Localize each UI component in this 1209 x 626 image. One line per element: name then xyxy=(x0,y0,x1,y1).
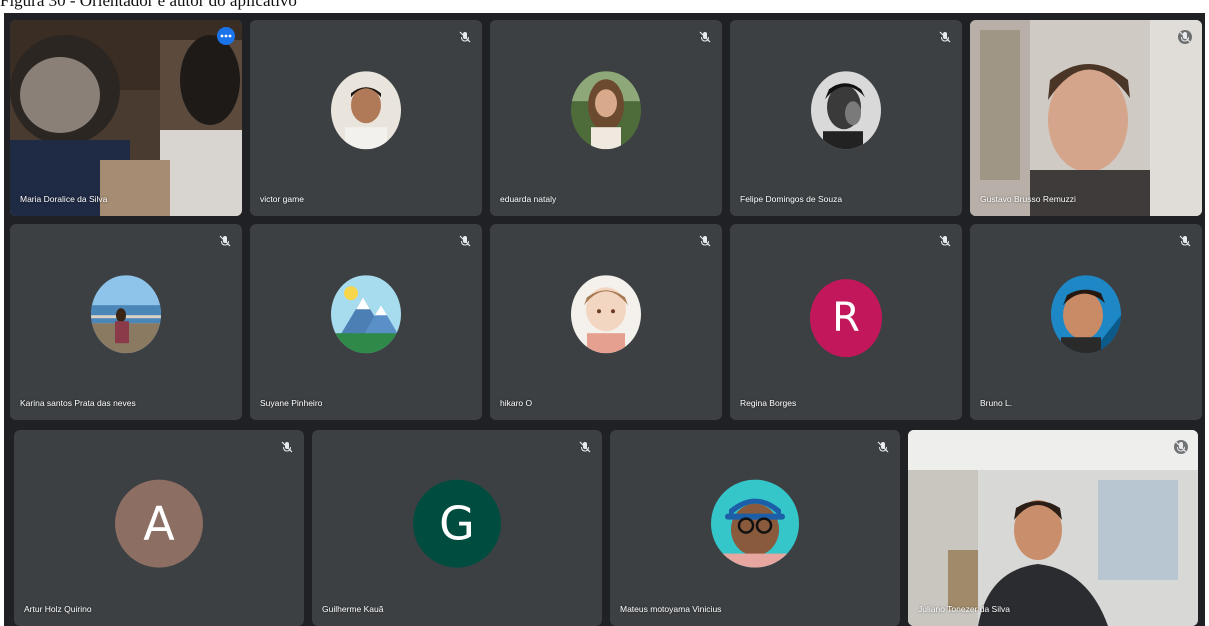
participant-tile-suyane[interactable]: Suyane Pinheiro xyxy=(250,224,482,420)
participant-tile-guilherme[interactable]: G Guilherme Kauã xyxy=(312,430,602,626)
participant-tile-mateus[interactable]: Mateus motoyama Vinicius xyxy=(610,430,900,626)
participant-name: Felipe Domingos de Souza xyxy=(740,194,843,204)
participant-video xyxy=(908,430,1198,626)
mic-off-icon xyxy=(219,235,231,247)
participant-tile-regina[interactable]: R Regina Borges xyxy=(730,224,962,420)
avatar xyxy=(91,275,161,354)
mic-off-icon xyxy=(1174,440,1188,454)
participant-tile-artur[interactable]: A Artur Holz Quirino xyxy=(14,430,304,626)
avatar xyxy=(1051,275,1121,354)
participant-tile-hikaro[interactable]: hikaro O xyxy=(490,224,722,420)
avatar xyxy=(331,275,401,354)
participant-tile-karina[interactable]: Karina santos Prata das neves xyxy=(10,224,242,420)
avatar xyxy=(331,71,401,150)
participant-name: victor game xyxy=(260,194,304,204)
participant-name: Guilherme Kauã xyxy=(322,604,384,614)
participant-tile-gustavo[interactable]: Gustavo Brusso Remuzzi xyxy=(970,20,1202,216)
participant-tile-bruno[interactable]: Bruno L. xyxy=(970,224,1202,420)
mic-off-icon xyxy=(699,235,711,247)
mic-off-icon xyxy=(1178,30,1192,44)
participant-name: Mateus motoyama Vinicius xyxy=(620,604,722,614)
mic-off-icon xyxy=(459,235,471,247)
more-options-button[interactable] xyxy=(217,27,235,45)
participant-name: Maria Doralice da Silva xyxy=(20,194,108,204)
participant-video xyxy=(10,20,242,216)
more-options-icon xyxy=(220,34,232,38)
participant-name: Regina Borges xyxy=(740,398,797,408)
mic-off-icon xyxy=(1179,235,1191,247)
mic-off-icon xyxy=(281,441,293,453)
participant-grid: Maria Doralice da Silva victor game edua… xyxy=(4,13,1205,626)
avatar xyxy=(711,479,799,568)
mic-off-icon xyxy=(579,441,591,453)
participant-name: Bruno L. xyxy=(980,398,1013,408)
participant-name: Juliano Tonezer da Silva xyxy=(918,604,1010,614)
participant-name: eduarda nataly xyxy=(500,194,557,204)
participant-tile-eduarda[interactable]: eduarda nataly xyxy=(490,20,722,216)
mic-off-icon xyxy=(877,441,889,453)
avatar-initial: A xyxy=(115,479,203,568)
avatar xyxy=(571,275,641,354)
mic-off-icon xyxy=(939,235,951,247)
participant-name: hikaro O xyxy=(500,398,533,408)
participant-name: Karina santos Prata das neves xyxy=(20,398,136,408)
mic-off-icon xyxy=(459,31,471,43)
participant-tile-victor[interactable]: victor game xyxy=(250,20,482,216)
participant-name: Artur Holz Quirino xyxy=(24,604,92,614)
participant-tile-maria[interactable]: Maria Doralice da Silva xyxy=(10,20,242,216)
participant-tile-juliano[interactable]: Juliano Tonezer da Silva xyxy=(908,430,1198,626)
mic-off-icon xyxy=(939,31,951,43)
figure-caption: Figura 30 - Orientador e autor do aplica… xyxy=(0,0,297,10)
participant-video xyxy=(970,20,1202,216)
participant-tile-felipe[interactable]: Felipe Domingos de Souza xyxy=(730,20,962,216)
participant-name: Suyane Pinheiro xyxy=(260,398,323,408)
avatar xyxy=(811,71,881,150)
mic-off-icon xyxy=(699,31,711,43)
avatar-initial: R xyxy=(810,279,882,358)
participant-name: Gustavo Brusso Remuzzi xyxy=(980,194,1076,204)
avatar xyxy=(571,71,641,150)
avatar-initial: G xyxy=(413,479,501,568)
